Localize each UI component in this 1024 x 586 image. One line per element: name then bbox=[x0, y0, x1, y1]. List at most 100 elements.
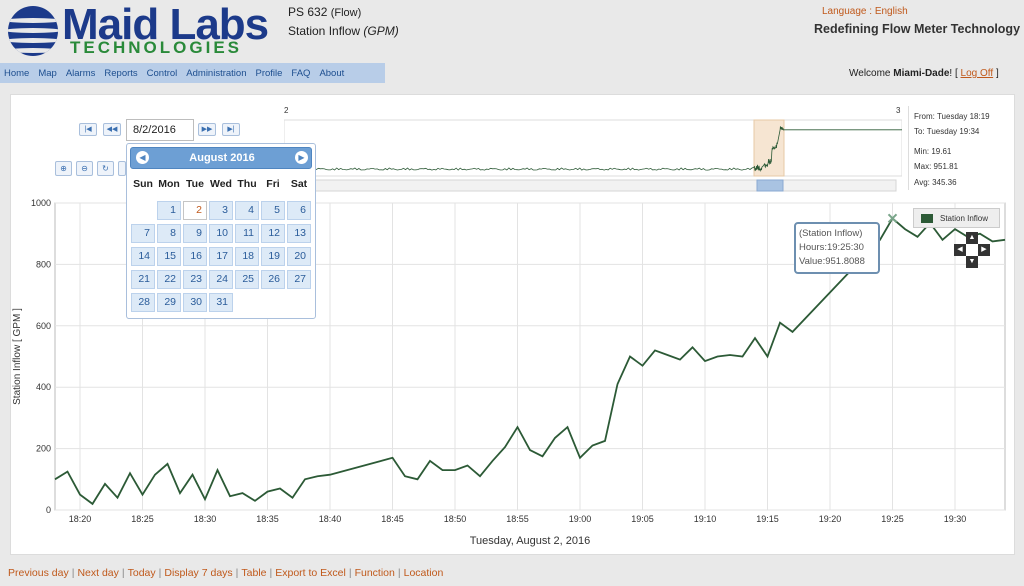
y-tick-label: 0 bbox=[46, 505, 51, 515]
globe-logo-icon bbox=[8, 6, 58, 56]
pan-down-icon[interactable]: ▼ bbox=[966, 256, 978, 268]
weekday-header: Wed bbox=[210, 178, 232, 190]
link-previous-day[interactable]: Previous day bbox=[8, 567, 69, 579]
welcome-message: Welcome Miami-Dade! [ Log Off ] bbox=[849, 68, 999, 79]
calendar-header: ◀ August 2016 ▶ bbox=[130, 147, 312, 169]
stat-avg: Avg: 345.36 bbox=[914, 178, 957, 187]
logoff-link[interactable]: Log Off bbox=[961, 68, 994, 79]
calendar-day[interactable]: 11 bbox=[235, 224, 259, 243]
date-input[interactable] bbox=[126, 119, 194, 141]
metric-unit: (GPM) bbox=[363, 24, 399, 38]
calendar-day[interactable]: 13 bbox=[287, 224, 311, 243]
language-selector[interactable]: Language : English bbox=[822, 6, 908, 17]
x-tick-label: 18:25 bbox=[131, 514, 154, 524]
x-tick-label: 18:35 bbox=[256, 514, 279, 524]
link-export-excel[interactable]: Export to Excel bbox=[275, 567, 346, 579]
calendar-day[interactable]: 29 bbox=[157, 293, 181, 312]
calendar-day[interactable]: 14 bbox=[131, 247, 155, 266]
tooltip-hours: Hours:19:25:30 bbox=[799, 242, 864, 253]
link-location[interactable]: Location bbox=[404, 567, 444, 579]
overview-left-marker: 2 bbox=[284, 106, 289, 115]
link-function[interactable]: Function bbox=[355, 567, 395, 579]
zoom-out-icon[interactable]: ⊖ bbox=[76, 161, 93, 176]
calendar-day[interactable]: 10 bbox=[209, 224, 233, 243]
pan-right-icon[interactable]: ▶ bbox=[978, 244, 990, 256]
link-today[interactable]: Today bbox=[128, 567, 156, 579]
link-table[interactable]: Table bbox=[241, 567, 266, 579]
x-tick-label: 19:30 bbox=[944, 514, 967, 524]
last-page-button[interactable]: ▶| bbox=[222, 123, 240, 136]
calendar-day[interactable]: 21 bbox=[131, 270, 155, 289]
legend-swatch bbox=[921, 214, 933, 223]
calendar-day[interactable]: 24 bbox=[209, 270, 233, 289]
nav-administration[interactable]: Administration bbox=[186, 68, 246, 79]
nav-alarms[interactable]: Alarms bbox=[66, 68, 96, 79]
stat-max: Max: 951.81 bbox=[914, 162, 959, 171]
zoom-extra-button[interactable] bbox=[118, 161, 126, 176]
reset-zoom-icon[interactable]: ↻ bbox=[97, 161, 114, 176]
y-tick-label: 600 bbox=[36, 321, 51, 331]
calendar-day[interactable]: 27 bbox=[287, 270, 311, 289]
calendar-day[interactable]: 6 bbox=[287, 201, 311, 220]
maid-labs-logo[interactable]: Maid Labs TECHNOLOGIES bbox=[8, 0, 278, 58]
calendar-day[interactable]: 19 bbox=[261, 247, 285, 266]
calendar-day[interactable]: 16 bbox=[183, 247, 207, 266]
calendar-day[interactable]: 15 bbox=[157, 247, 181, 266]
x-tick-label: 18:45 bbox=[381, 514, 404, 524]
calendar-day[interactable]: 2 bbox=[183, 201, 207, 220]
pan-left-icon[interactable]: ◀ bbox=[954, 244, 966, 256]
x-tick-label: 18:50 bbox=[444, 514, 467, 524]
x-axis-title: Tuesday, August 2, 2016 bbox=[470, 535, 590, 547]
calendar-day[interactable]: 17 bbox=[209, 247, 233, 266]
calendar-day[interactable]: 18 bbox=[235, 247, 259, 266]
x-tick-label: 18:20 bbox=[69, 514, 92, 524]
calendar-day[interactable]: 26 bbox=[261, 270, 285, 289]
weekday-header: Sun bbox=[133, 178, 153, 190]
nav-faq[interactable]: FAQ bbox=[291, 68, 310, 79]
link-display-7-days[interactable]: Display 7 days bbox=[164, 567, 232, 579]
tagline: Redefining Flow Meter Technology bbox=[814, 22, 1021, 36]
chart-legend[interactable]: Station Inflow bbox=[913, 208, 1000, 228]
nav-reports[interactable]: Reports bbox=[104, 68, 137, 79]
calendar-day[interactable]: 8 bbox=[157, 224, 181, 243]
calendar-day[interactable]: 1 bbox=[157, 201, 181, 220]
calendar-day[interactable]: 5 bbox=[261, 201, 285, 220]
app-header: Maid Labs TECHNOLOGIES PS 632 (Flow) Sta… bbox=[0, 0, 1024, 62]
next-button[interactable]: ▶▶ bbox=[198, 123, 216, 136]
calendar-day[interactable]: 20 bbox=[287, 247, 311, 266]
nav-home[interactable]: Home bbox=[4, 68, 29, 79]
next-month-icon[interactable]: ▶ bbox=[295, 151, 308, 164]
zoom-in-icon[interactable]: ⊕ bbox=[55, 161, 72, 176]
calendar-day[interactable]: 3 bbox=[209, 201, 233, 220]
calendar-day[interactable]: 12 bbox=[261, 224, 285, 243]
calendar-day[interactable]: 23 bbox=[183, 270, 207, 289]
metric-title: Station Inflow (GPM) bbox=[288, 24, 399, 38]
calendar-day[interactable]: 7 bbox=[131, 224, 155, 243]
nav-profile[interactable]: Profile bbox=[255, 68, 282, 79]
overview-scrollbar[interactable] bbox=[284, 179, 897, 192]
x-tick-label: 19:05 bbox=[631, 514, 654, 524]
calendar-day[interactable]: 30 bbox=[183, 293, 207, 312]
calendar-day[interactable]: 4 bbox=[235, 201, 259, 220]
nav-about[interactable]: About bbox=[319, 68, 344, 79]
nav-control[interactable]: Control bbox=[147, 68, 178, 79]
welcome-suffix: ! [ bbox=[949, 68, 958, 79]
calendar-day[interactable]: 9 bbox=[183, 224, 207, 243]
weekday-header: Tue bbox=[186, 178, 204, 190]
first-page-button[interactable]: |◀ bbox=[79, 123, 97, 136]
overview-scroll-handle[interactable] bbox=[756, 179, 784, 192]
calendar-day[interactable]: 31 bbox=[209, 293, 233, 312]
calendar-day[interactable]: 22 bbox=[157, 270, 181, 289]
x-tick-label: 18:55 bbox=[506, 514, 529, 524]
link-next-day[interactable]: Next day bbox=[77, 567, 118, 579]
calendar-day[interactable]: 25 bbox=[235, 270, 259, 289]
welcome-bracket: ] bbox=[995, 68, 999, 79]
pan-up-icon[interactable]: ▲ bbox=[966, 232, 978, 244]
calendar-day[interactable]: 28 bbox=[131, 293, 155, 312]
prev-button[interactable]: ◀◀ bbox=[103, 123, 121, 136]
nav-map[interactable]: Map bbox=[38, 68, 56, 79]
weekday-header: Sat bbox=[290, 178, 308, 190]
overview-chart[interactable]: 2 3 bbox=[284, 106, 902, 192]
x-tick-label: 18:30 bbox=[194, 514, 217, 524]
datepicker-calendar: ◀ August 2016 ▶ Sun Mon Tue Wed Thu Fri Sat 1 2 3… bbox=[126, 143, 316, 319]
